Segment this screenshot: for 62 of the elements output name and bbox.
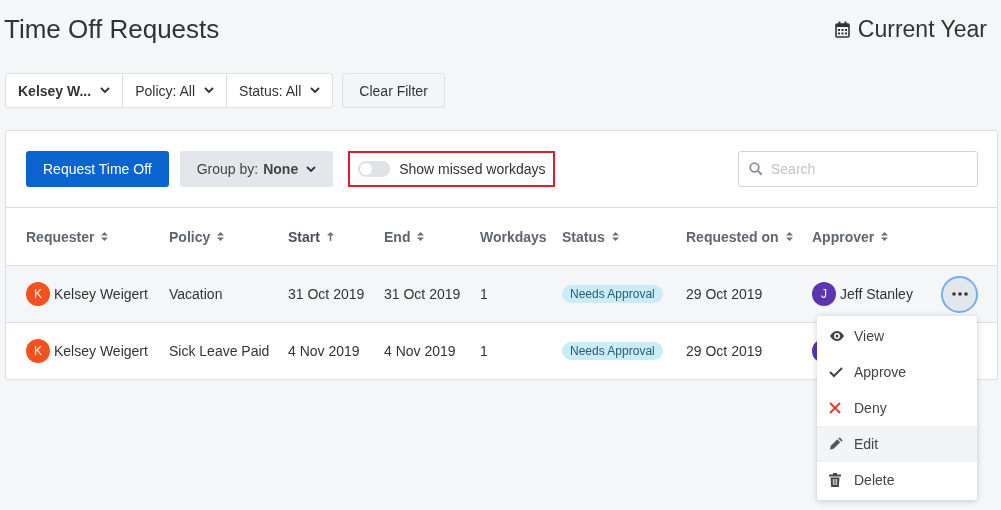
avatar: K bbox=[26, 282, 50, 306]
sort-ascending-icon bbox=[326, 232, 334, 241]
column-header[interactable]: End bbox=[384, 228, 480, 245]
column-header[interactable]: Start bbox=[288, 228, 384, 245]
filter-dropdown[interactable]: Kelsey W... bbox=[6, 74, 124, 107]
chevron-down-icon bbox=[204, 87, 215, 94]
chevron-down-icon bbox=[310, 87, 321, 94]
sort-icon bbox=[611, 232, 619, 241]
chevron-down-icon bbox=[100, 87, 111, 94]
chevron-down-icon bbox=[306, 165, 317, 173]
table-cell: 4 Nov 2019 bbox=[288, 343, 360, 359]
more-icon bbox=[951, 292, 968, 296]
sort-icon bbox=[101, 232, 109, 241]
column-header[interactable]: Approver bbox=[812, 228, 941, 245]
filter-dropdown[interactable]: Policy: All bbox=[123, 74, 228, 107]
clear-filter-button[interactable]: Clear Filter bbox=[342, 73, 445, 108]
sort-icon bbox=[785, 232, 793, 241]
table-cell: 1 bbox=[480, 286, 488, 302]
person-name: Jeff Stanley bbox=[840, 286, 913, 302]
table-cell: Sick Leave Paid bbox=[169, 343, 270, 359]
table-cell: 31 Oct 2019 bbox=[384, 286, 461, 302]
filter-dropdown[interactable]: Status: All bbox=[227, 74, 333, 107]
column-header[interactable]: Status bbox=[562, 228, 686, 245]
table-cell: 31 Oct 2019 bbox=[288, 286, 365, 302]
column-header[interactable]: Requester bbox=[26, 228, 169, 245]
status-badge: Needs Approval bbox=[562, 285, 663, 303]
person-name: Kelsey Weigert bbox=[54, 343, 148, 359]
calendar-icon bbox=[834, 20, 850, 38]
page-title: Time Off Requests bbox=[4, 13, 220, 45]
table-cell: Vacation bbox=[169, 286, 223, 302]
eye-icon bbox=[829, 330, 845, 342]
column-header[interactable]: Requested on bbox=[686, 228, 812, 245]
status-badge: Needs Approval bbox=[562, 342, 663, 360]
avatar: K bbox=[26, 339, 50, 363]
close-icon bbox=[829, 402, 841, 414]
checkmark-icon bbox=[829, 366, 843, 378]
sort-icon bbox=[881, 232, 889, 241]
column-header[interactable]: Workdays bbox=[480, 228, 562, 245]
table-cell: 29 Oct 2019 bbox=[686, 286, 763, 302]
more-button[interactable] bbox=[941, 275, 978, 313]
table-cell: 1 bbox=[480, 343, 488, 359]
group-by-dropdown[interactable]: Group by: None bbox=[179, 151, 334, 187]
menu-item[interactable]: Deny bbox=[817, 390, 977, 426]
table-cell: 4 Nov 2019 bbox=[384, 343, 456, 359]
toggle-label: Show missed workdays bbox=[399, 161, 546, 177]
person-name: Kelsey Weigert bbox=[54, 286, 148, 302]
period-button[interactable]: Current Year bbox=[834, 15, 987, 43]
sort-icon bbox=[417, 232, 425, 241]
pencil-icon bbox=[829, 437, 843, 451]
search-icon bbox=[749, 162, 763, 176]
column-header[interactable]: Policy bbox=[169, 228, 288, 245]
avatar: J bbox=[812, 282, 836, 306]
sort-icon bbox=[217, 232, 225, 241]
toggle-switch[interactable] bbox=[358, 161, 391, 177]
request-time-off-button[interactable]: Request Time Off bbox=[26, 151, 169, 187]
menu-item[interactable]: Approve bbox=[817, 354, 977, 390]
table-cell: 29 Oct 2019 bbox=[686, 343, 763, 359]
menu-item[interactable]: Edit bbox=[817, 426, 977, 462]
menu-item[interactable]: View bbox=[817, 318, 977, 354]
trash-icon bbox=[829, 473, 841, 487]
search-field[interactable]: Search bbox=[738, 151, 978, 187]
menu-item[interactable]: Delete bbox=[817, 462, 977, 498]
